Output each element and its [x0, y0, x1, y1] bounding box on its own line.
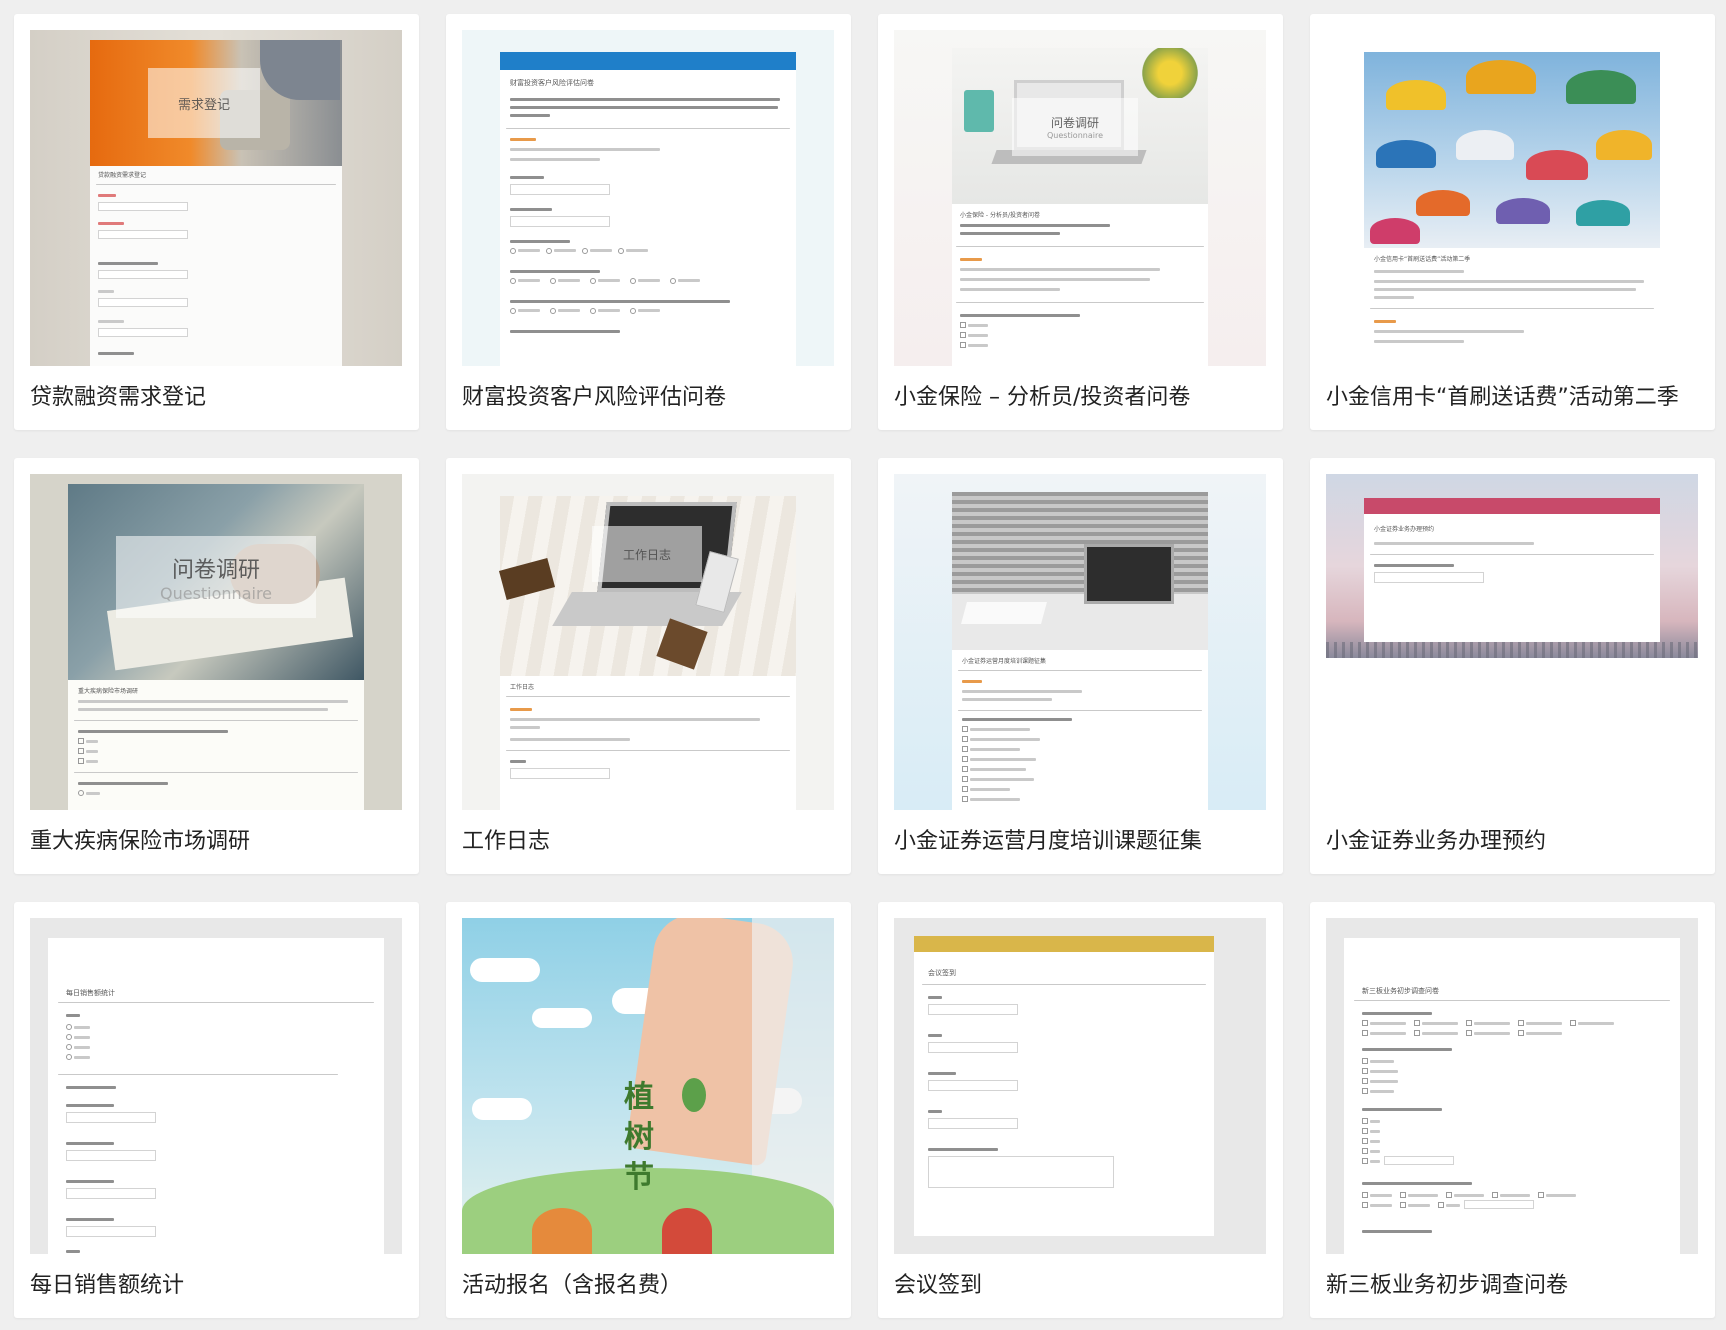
preview-form-title: 贷款融资需求登记: [98, 172, 147, 179]
template-preview: 财富投资客户风险评估问卷: [462, 30, 834, 366]
preview-form-title: 新三板业务初步调查问卷: [1362, 987, 1439, 995]
template-preview: 问卷调研 Questionnaire 重大疾病保险市场调研: [30, 474, 402, 810]
template-card-meeting-checkin[interactable]: 会议签到 会议签到: [878, 902, 1283, 1318]
template-title: 小金证券业务办理预约: [1326, 829, 1547, 854]
template-preview: 每日销售额统计: [30, 918, 402, 1254]
template-preview: 新三板业务初步调查问卷: [1326, 918, 1698, 1254]
template-title: 贷款融资需求登记: [30, 385, 207, 410]
template-preview: 工作日志 工作日志: [462, 474, 834, 810]
template-card-credit-card-promo[interactable]: 小金信用卡“首刷送话费”活动第二季 小金信用卡“首刷送话费”活动第二季: [1310, 14, 1715, 430]
template-preview: 植树节: [462, 918, 834, 1254]
preview-heading: 植树节: [624, 1080, 654, 1195]
preview-heading: 问卷调研 Questionnaire: [116, 536, 316, 618]
template-title: 重大疾病保险市场调研: [30, 829, 251, 854]
preview-form-title: 每日销售额统计: [66, 989, 115, 997]
template-card-critical-illness[interactable]: 问卷调研 Questionnaire 重大疾病保险市场调研 重大疾病保险市场调研: [14, 458, 419, 874]
template-title: 每日销售额统计: [30, 1273, 185, 1298]
template-title: 活动报名（含报名费）: [462, 1273, 683, 1298]
preview-heading: 工作日志: [592, 526, 702, 582]
template-title: 小金保险 – 分析员/投资者问卷: [894, 385, 1191, 410]
preview-form-title: 小金证券业务办理预约: [1374, 526, 1435, 533]
preview-form-title: 工作日志: [510, 684, 535, 691]
template-card-daily-sales[interactable]: 每日销售额统计 每日销售额统计: [14, 902, 419, 1318]
preview-subheading-text: Questionnaire: [1046, 131, 1103, 140]
preview-heading: 问卷调研 Questionnaire: [1012, 98, 1138, 156]
template-card-neeq-survey[interactable]: 新三板业务初步调查问卷 新三板业务初步调查问卷: [1310, 902, 1715, 1318]
template-title: 会议签到: [894, 1273, 983, 1298]
template-card-securities-appointment[interactable]: 小金证券业务办理预约 小金证券业务办理预约: [1310, 458, 1715, 874]
preview-subheading-text: Questionnaire: [159, 583, 273, 603]
template-card-work-log[interactable]: 工作日志 工作日志 工作日志: [446, 458, 851, 874]
template-preview: 会议签到: [894, 918, 1266, 1254]
preview-form-title: 财富投资客户风险评估问卷: [510, 79, 594, 87]
template-title: 小金信用卡“首刷送话费”活动第二季: [1326, 385, 1679, 410]
template-preview: 问卷调研 Questionnaire 小金保险 - 分析员/投资者问卷: [894, 30, 1266, 366]
template-card-event-signup[interactable]: 植树节 活动报名（含报名费）: [446, 902, 851, 1318]
preview-heading: 需求登记: [148, 68, 260, 138]
preview-form-title: 小金信用卡“首刷送话费”活动第二季: [1374, 256, 1471, 263]
template-card-securities-training[interactable]: 小金证券运营月度培训课题征集 小金证券运营月度培训课题征集: [878, 458, 1283, 874]
template-title: 小金证券运营月度培训课题征集: [894, 829, 1203, 854]
template-card-loan[interactable]: 需求登记 贷款融资需求登记 贷款融资需求登记: [14, 14, 419, 430]
template-preview: 小金信用卡“首刷送话费”活动第二季: [1326, 30, 1698, 366]
preview-heading-text: 问卷调研: [171, 557, 260, 583]
template-preview: 需求登记 贷款融资需求登记: [30, 30, 402, 366]
template-title: 财富投资客户风险评估问卷: [462, 385, 727, 410]
template-grid: 需求登记 贷款融资需求登记 贷款融资需求登记 财富投资客户风险评估问卷 财富投资…: [14, 14, 1715, 1318]
template-preview: 小金证券运营月度培训课题征集: [894, 474, 1266, 810]
template-card-wealth-risk[interactable]: 财富投资客户风险评估问卷 财富投资客户风险评估问卷: [446, 14, 851, 430]
preview-form-title: 小金证券运营月度培训课题征集: [962, 658, 1047, 665]
template-preview: 小金证券业务办理预约: [1326, 474, 1698, 810]
template-card-insurance-analyst[interactable]: 问卷调研 Questionnaire 小金保险 - 分析员/投资者问卷 小金保险…: [878, 14, 1283, 430]
preview-form-title: 小金保险 - 分析员/投资者问卷: [960, 212, 1041, 219]
template-title: 新三板业务初步调查问卷: [1326, 1273, 1569, 1298]
preview-form-title: 重大疾病保险市场调研: [78, 688, 139, 695]
preview-form-title: 会议签到: [928, 969, 956, 977]
template-title: 工作日志: [462, 829, 551, 854]
preview-heading-text: 问卷调研: [1050, 116, 1099, 130]
